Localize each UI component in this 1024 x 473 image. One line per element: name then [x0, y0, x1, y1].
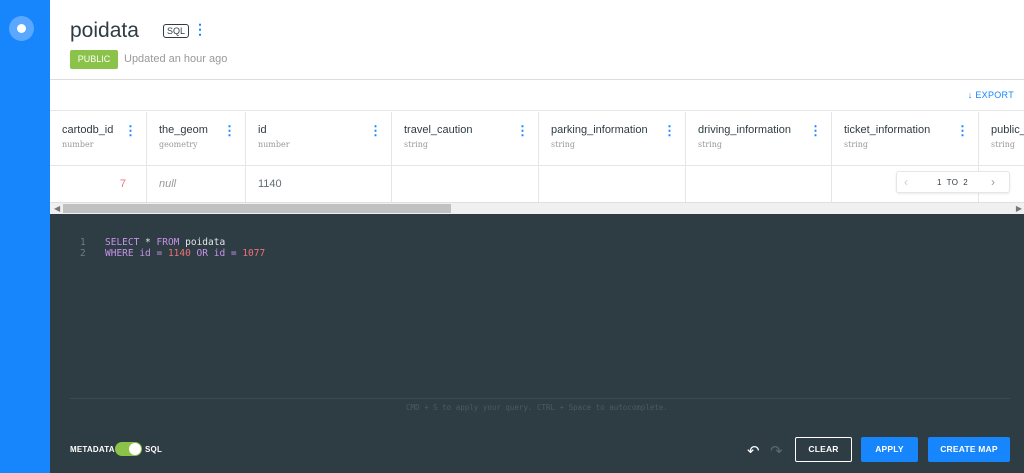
left-rail: [0, 0, 50, 473]
column-name: cartodb_id: [62, 124, 114, 136]
column-type: string: [698, 140, 722, 149]
table-toolbar: ↓ EXPORT: [50, 81, 1024, 111]
dataset-title[interactable]: poidata: [70, 19, 139, 43]
column-name: driving_information: [698, 124, 791, 136]
page-indicator: 1 TO 2: [937, 178, 968, 187]
metadata-label[interactable]: METADATA: [70, 445, 115, 454]
column-menu-icon[interactable]: ⋮: [956, 123, 969, 139]
privacy-badge[interactable]: PUBLIC: [70, 50, 118, 69]
updated-time: Updated an hour ago: [124, 53, 228, 65]
download-arrow-icon: ↓: [967, 90, 973, 100]
table-cell[interactable]: [539, 166, 686, 202]
code-area[interactable]: 1 SELECT * FROM poidata 2 WHERE id = 1140 …: [80, 237, 265, 259]
table-cell[interactable]: [686, 166, 832, 202]
column-type: geometry: [159, 140, 198, 149]
page-separator: TO: [946, 178, 959, 187]
home-icon[interactable]: [9, 16, 34, 41]
column-menu-icon[interactable]: ⋮: [223, 123, 236, 139]
column-menu-icon[interactable]: ⋮: [124, 123, 137, 139]
column-header[interactable]: travel_caution string ⋮: [392, 112, 539, 166]
column-name: ticket_information: [844, 124, 931, 136]
sql-column: id =: [208, 248, 243, 259]
table-cell[interactable]: 7: [50, 166, 147, 202]
export-label: EXPORT: [975, 90, 1014, 100]
redo-icon[interactable]: ↷: [770, 442, 783, 460]
create-map-button[interactable]: CREATE MAP: [928, 437, 1010, 462]
sql-keyword: WHERE: [105, 248, 134, 259]
editor-hint: CMD + S to apply your query. CTRL + Spac…: [406, 403, 668, 412]
cell-value: null: [159, 178, 177, 190]
column-menu-icon[interactable]: ⋮: [516, 123, 529, 139]
cell-value: 7: [119, 178, 126, 190]
sql-number: 1140: [167, 248, 191, 259]
sql-operator: *: [139, 237, 157, 248]
column-header[interactable]: ticket_information string ⋮: [832, 112, 979, 166]
scrollbar-thumb[interactable]: [63, 204, 451, 213]
toggle-knob: [129, 443, 141, 455]
line-number: 2: [80, 248, 86, 259]
scroll-right-icon[interactable]: ▶: [1016, 204, 1022, 213]
metadata-sql-toggle[interactable]: [115, 442, 142, 456]
column-type: number: [258, 140, 290, 149]
sql-keyword: FROM: [156, 237, 180, 248]
current-page: 1: [937, 178, 942, 187]
data-table: cartodb_id number ⋮ the_geom geometry ⋮ …: [50, 112, 1024, 202]
sql-table-name: poidata: [185, 237, 226, 248]
sql-column: id =: [133, 248, 168, 259]
column-name: id: [258, 124, 267, 136]
sql-keyword: OR: [190, 248, 208, 259]
column-name: travel_caution: [404, 124, 473, 136]
column-menu-icon[interactable]: ⋮: [369, 123, 382, 139]
table-cell[interactable]: null: [147, 166, 246, 202]
column-menu-icon[interactable]: ⋮: [809, 123, 822, 139]
column-menu-icon[interactable]: ⋮: [663, 123, 676, 139]
sql-number: 1077: [242, 248, 266, 259]
column-header[interactable]: public_ string: [979, 112, 1024, 166]
dataset-options-icon[interactable]: ⋮: [193, 21, 207, 38]
dataset-header: poidata SQL ⋮ PUBLIC Updated an hour ago: [50, 0, 1024, 80]
horizontal-scrollbar[interactable]: ◀ ▶: [50, 202, 1024, 214]
total-pages: 2: [963, 178, 969, 187]
pagination: ‹ 1 TO 2 ›: [896, 171, 1010, 193]
clear-button[interactable]: CLEAR: [795, 437, 852, 462]
column-header[interactable]: parking_information string ⋮: [539, 112, 686, 166]
column-header[interactable]: id number ⋮: [246, 112, 392, 166]
column-name: the_geom: [159, 124, 208, 136]
chevron-right-icon[interactable]: ›: [991, 175, 995, 189]
apply-button[interactable]: APPLY: [861, 437, 918, 462]
code-line: 1 SELECT * FROM poidata: [80, 237, 265, 248]
chevron-left-icon[interactable]: ‹: [904, 175, 908, 189]
cell-value: 1140: [258, 178, 282, 190]
column-name: parking_information: [551, 124, 648, 136]
export-button[interactable]: ↓ EXPORT: [968, 90, 1014, 100]
app: poidata SQL ⋮ PUBLIC Updated an hour ago…: [0, 0, 1024, 473]
column-header[interactable]: cartodb_id number ⋮: [50, 112, 147, 166]
column-type: string: [991, 140, 1015, 149]
undo-icon[interactable]: ↶: [747, 442, 760, 460]
divider: [70, 398, 1010, 399]
column-type: string: [551, 140, 575, 149]
sql-label[interactable]: SQL: [145, 445, 162, 454]
column-type: string: [844, 140, 868, 149]
sql-tag: SQL: [163, 24, 190, 38]
column-type: string: [404, 140, 428, 149]
scroll-left-icon[interactable]: ◀: [54, 204, 60, 213]
column-name: public_: [991, 124, 1024, 136]
table-cell[interactable]: 1140: [246, 166, 392, 202]
column-type: number: [62, 140, 94, 149]
table-cell[interactable]: [392, 166, 539, 202]
column-header[interactable]: the_geom geometry ⋮: [147, 112, 246, 166]
sql-editor[interactable]: 1 SELECT * FROM poidata 2 WHERE id = 1140 …: [50, 214, 1024, 473]
code-line: 2 WHERE id = 1140 OR id = 1077: [80, 248, 265, 259]
line-number: 1: [80, 237, 86, 248]
sql-keyword: SELECT: [105, 237, 140, 248]
column-header[interactable]: driving_information string ⋮: [686, 112, 832, 166]
